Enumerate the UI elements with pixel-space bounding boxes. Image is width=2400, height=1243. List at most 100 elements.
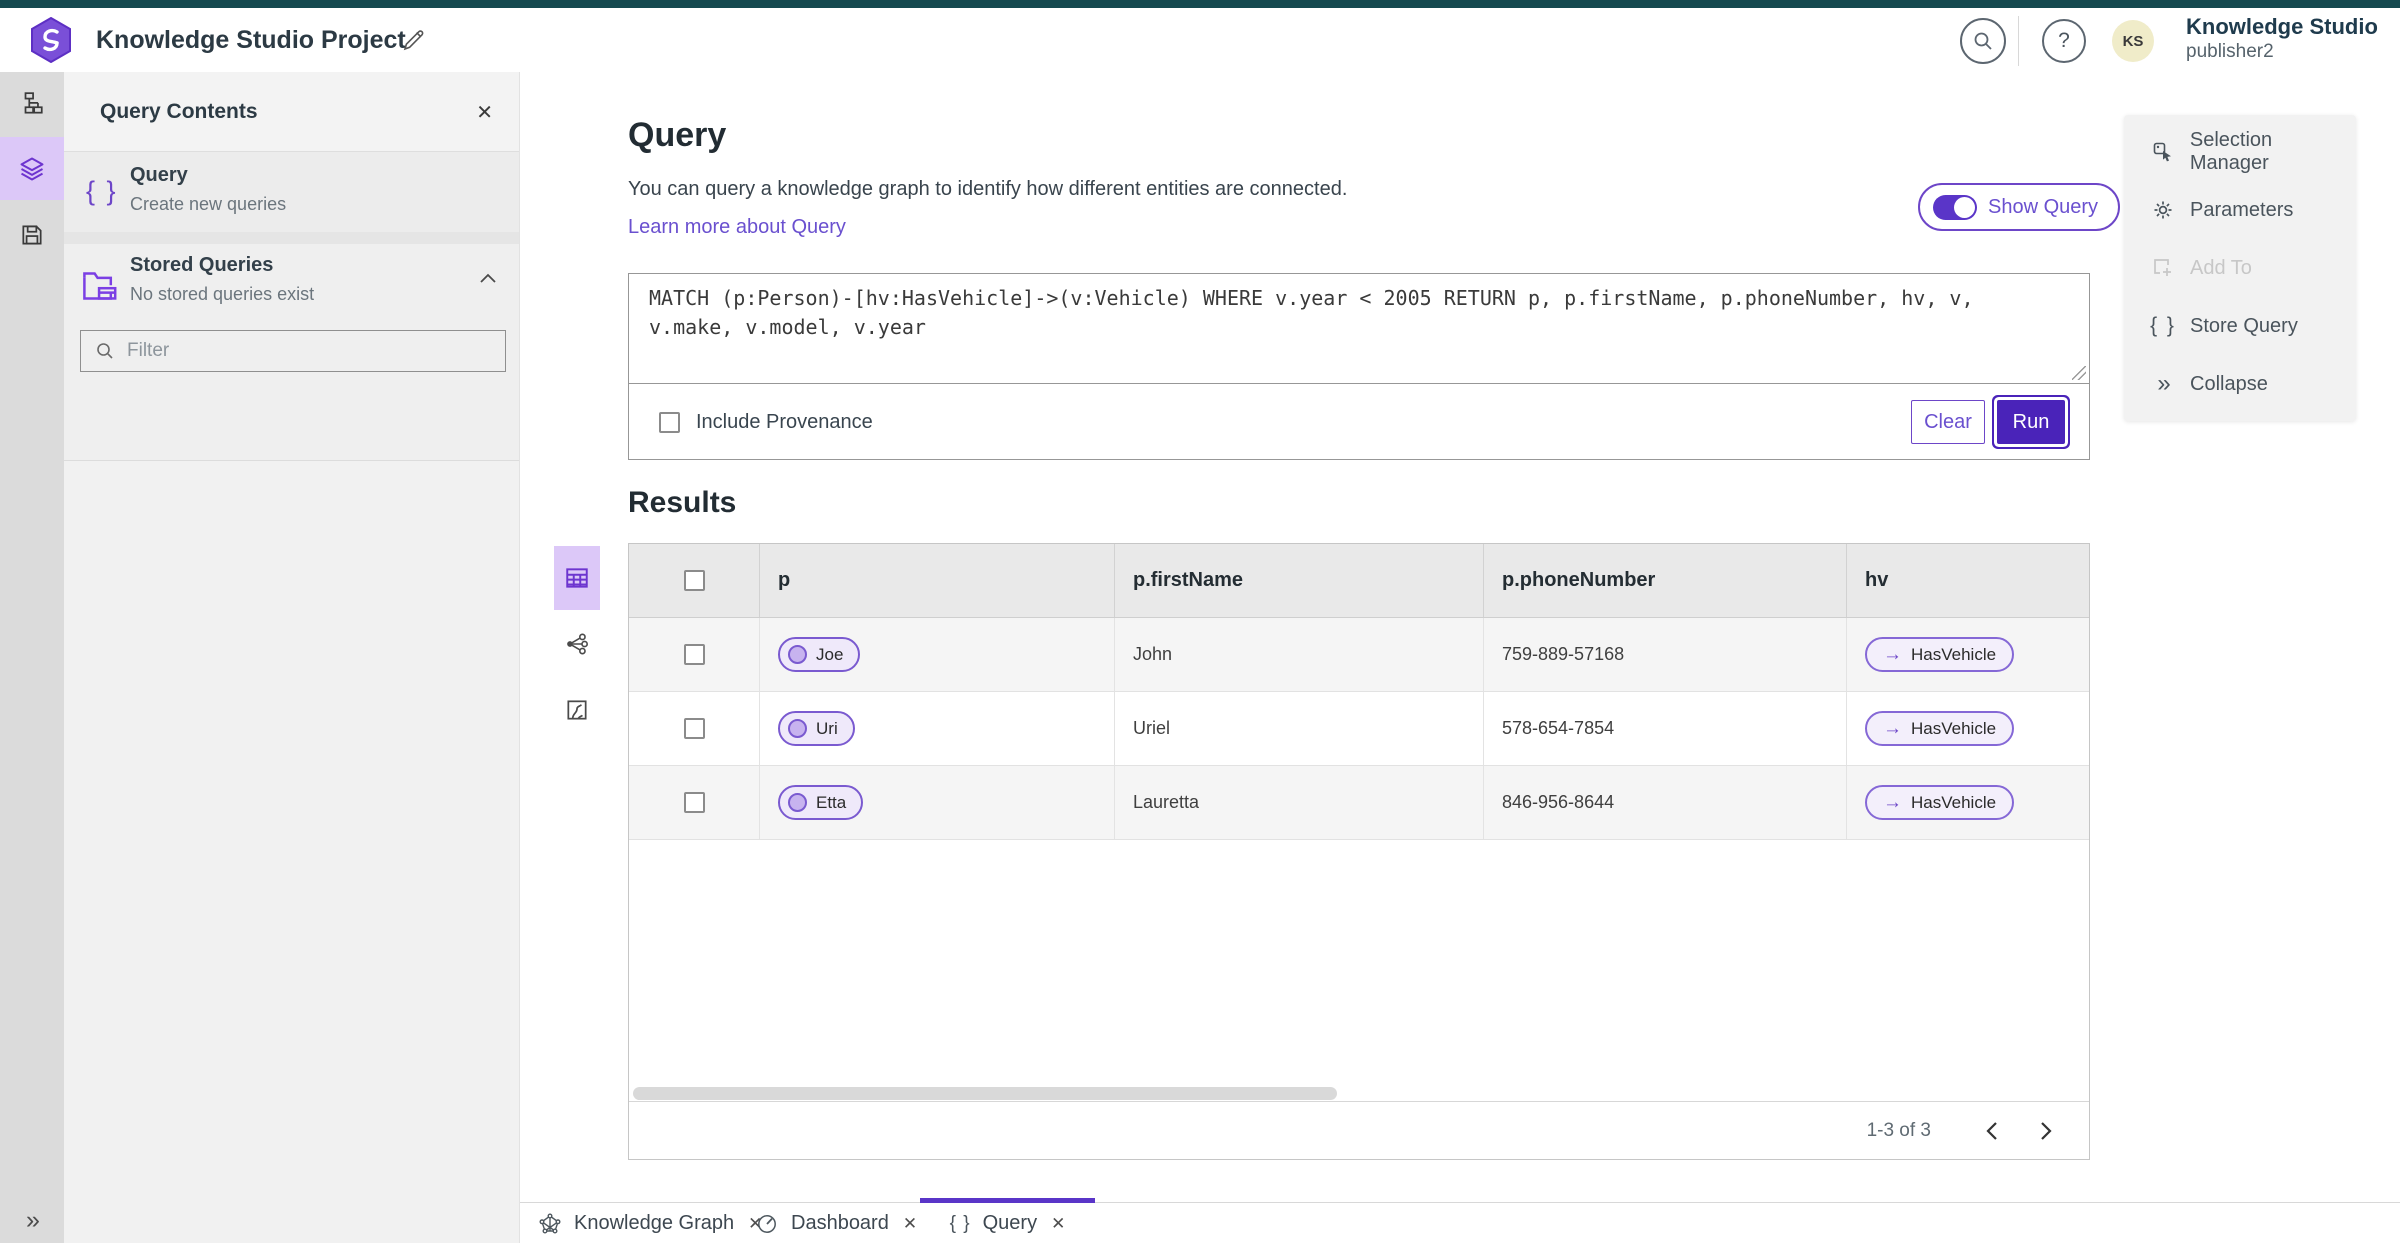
filter-field[interactable] <box>80 330 506 372</box>
active-tab-indicator <box>920 1198 1095 1203</box>
table-row[interactable]: Joe John 759-889-57168 → HasVehicle <box>629 618 2089 692</box>
next-page-button[interactable] <box>2029 1114 2063 1148</box>
project-title: Knowledge Studio Project <box>96 26 406 54</box>
table-row[interactable]: Uri Uriel 578-654-7854 → HasVehicle <box>629 692 2089 766</box>
collapse-icon: » <box>2157 370 2170 397</box>
expand-rail-button[interactable]: » <box>0 1206 64 1235</box>
query-description: You can query a knowledge graph to ident… <box>628 178 1348 200</box>
results-view-rail <box>550 546 600 742</box>
table-view-button[interactable] <box>554 546 600 610</box>
row-checkbox[interactable] <box>683 718 705 739</box>
tab-query[interactable]: { } Query ✕ <box>920 1198 1095 1243</box>
rail-item-hierarchy[interactable] <box>0 72 64 135</box>
query-section-title: Query <box>628 116 727 154</box>
panel-title: Query Contents <box>100 100 258 123</box>
edge-pill[interactable]: → HasVehicle <box>1865 711 2015 746</box>
close-tab-icon[interactable]: ✕ <box>903 1214 917 1234</box>
tool-collapse[interactable]: » Collapse <box>2124 355 2356 413</box>
learn-more-link[interactable]: Learn more about Query <box>628 216 846 239</box>
node-circle-icon <box>788 793 807 812</box>
header-divider <box>2018 16 2019 66</box>
product-name: Knowledge Studio <box>2186 14 2378 39</box>
previous-page-button[interactable] <box>1975 1114 2009 1148</box>
query-textarea[interactable]: MATCH (p:Person)-[hv:HasVehicle]->(v:Veh… <box>629 274 2089 384</box>
search-button[interactable] <box>1960 18 2006 64</box>
tool-add-to: Add To <box>2124 239 2356 297</box>
results-title: Results <box>628 486 737 519</box>
rail-item-save[interactable] <box>0 203 64 266</box>
user-avatar[interactable]: KS <box>2112 20 2154 62</box>
column-header-firstname: p.firstName <box>1114 544 1483 617</box>
run-button[interactable]: Run <box>1997 400 2065 444</box>
gear-icon <box>2154 201 2172 219</box>
network-view-icon <box>567 633 588 655</box>
edge-pill[interactable]: → HasVehicle <box>1865 785 2015 820</box>
app-logo-icon[interactable] <box>28 17 74 63</box>
tool-store-query[interactable]: { } Store Query <box>2124 297 2356 355</box>
panel-header: Query Contents ✕ <box>64 72 519 152</box>
map-view-button[interactable] <box>554 678 600 742</box>
panel-lower-area <box>64 460 519 1243</box>
edge-pill[interactable]: → HasVehicle <box>1865 637 2015 672</box>
selection-manager-icon <box>2153 142 2171 162</box>
node-pill[interactable]: Joe <box>778 637 861 672</box>
show-query-toggle[interactable]: Show Query <box>1918 183 2121 231</box>
rail-item-layers[interactable] <box>0 137 64 200</box>
close-panel-icon[interactable]: ✕ <box>476 100 493 125</box>
row-checkbox[interactable] <box>683 644 705 665</box>
stored-queries-section: Stored Queries No stored queries exist <box>64 244 519 460</box>
left-rail: » <box>0 72 64 1243</box>
tab-knowledge-graph[interactable]: Knowledge Graph ✕ <box>538 1203 762 1243</box>
select-all-checkbox[interactable] <box>683 570 705 591</box>
tool-parameters[interactable]: Parameters <box>2124 181 2356 239</box>
horizontal-scrollbar[interactable] <box>633 1087 1337 1100</box>
table-row[interactable]: Etta Lauretta 846-956-8644 → HasVehicle <box>629 766 2089 840</box>
resize-grip[interactable] <box>2072 366 2086 380</box>
pagination-label: 1-3 of 3 <box>1866 1120 1931 1141</box>
knowledge-graph-icon <box>539 1213 561 1234</box>
clear-button[interactable]: Clear <box>1911 400 1985 444</box>
app-header: Knowledge Studio Project ? KS Knowledge … <box>0 8 2400 72</box>
row-checkbox[interactable] <box>683 792 705 813</box>
cell-phonenumber: 759-889-57168 <box>1483 618 1846 691</box>
graph-view-button[interactable] <box>554 612 600 676</box>
user-name: publisher2 <box>2186 41 2274 62</box>
bottom-tab-bar: Knowledge Graph ✕ Dashboard ✕ { } Query … <box>520 1198 2400 1243</box>
close-tab-icon[interactable]: ✕ <box>1051 1214 1065 1234</box>
chevron-left-icon <box>1986 1122 1997 1140</box>
chevron-up-icon[interactable] <box>479 272 497 284</box>
include-provenance-checkbox[interactable] <box>659 412 680 433</box>
tool-selection-manager[interactable]: Selection Manager <box>2124 123 2356 181</box>
query-editor: MATCH (p:Person)-[hv:HasVehicle]->(v:Veh… <box>628 273 2090 460</box>
filter-input[interactable] <box>127 340 457 362</box>
pagination: 1-3 of 3 <box>629 1101 2089 1160</box>
hierarchy-icon <box>24 91 43 114</box>
cell-firstname: John <box>1114 618 1483 691</box>
search-icon <box>1974 32 1992 50</box>
node-pill[interactable]: Etta <box>778 785 864 820</box>
braces-icon: { } <box>2150 314 2176 337</box>
results-table: p p.firstName p.phoneNumber hv Joe John … <box>628 543 2090 1160</box>
top-accent-strip <box>0 0 2400 8</box>
help-icon: ? <box>2058 29 2070 52</box>
arrow-right-icon: → <box>1883 643 1902 665</box>
section-divider <box>64 232 519 244</box>
include-provenance-label: Include Provenance <box>696 411 873 433</box>
tab-dashboard[interactable]: Dashboard ✕ <box>755 1203 917 1243</box>
query-contents-panel: Query Contents ✕ { } Query Create new qu… <box>64 72 520 1243</box>
panel-item-query[interactable]: { } Query Create new queries <box>64 152 519 232</box>
save-icon <box>22 224 42 245</box>
column-header-phonenumber: p.phoneNumber <box>1483 544 1846 617</box>
node-pill[interactable]: Uri <box>778 711 855 746</box>
main-area: Query You can query a knowledge graph to… <box>520 72 2400 1243</box>
user-block: Knowledge Studio publisher2 <box>2186 14 2378 63</box>
help-button[interactable]: ? <box>2042 19 2086 63</box>
cell-firstname: Lauretta <box>1114 766 1483 839</box>
stored-queries-folder-icon <box>83 272 117 300</box>
cell-phonenumber: 578-654-7854 <box>1483 692 1846 765</box>
toggle-on-icon[interactable] <box>1933 194 1977 220</box>
braces-icon: { } <box>86 176 118 206</box>
table-view-icon <box>566 568 588 588</box>
column-header-p: p <box>759 544 1114 617</box>
edit-title-icon[interactable] <box>402 28 426 52</box>
